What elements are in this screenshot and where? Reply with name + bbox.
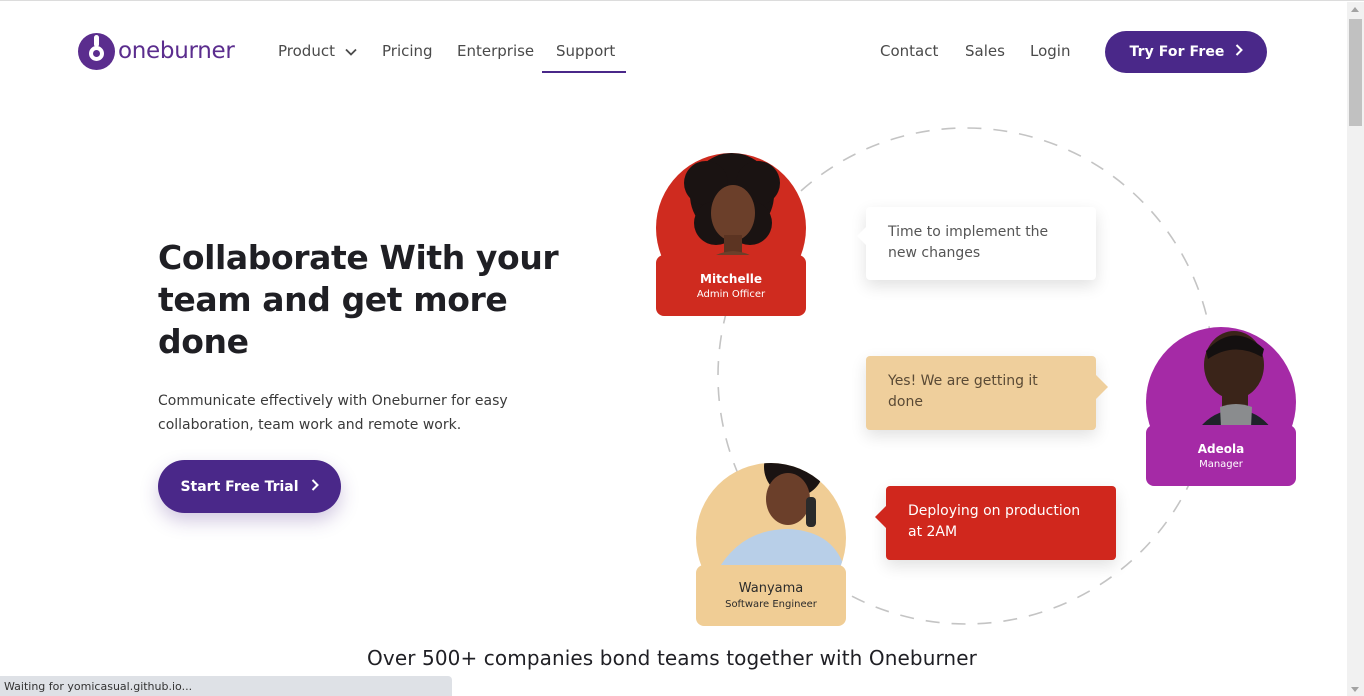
nav-support[interactable]: Support xyxy=(556,41,615,61)
chevron-right-icon xyxy=(311,478,319,495)
hero-subtitle: Communicate effectively with Oneburner f… xyxy=(158,393,508,433)
person-role: Admin Officer xyxy=(696,288,766,300)
message-text: Time to implement the new changes xyxy=(888,224,1049,261)
page: oneburner Product Pricing Enterprise Sup… xyxy=(0,0,1364,696)
browser-status-bar: Waiting for yomicasual.github.io... xyxy=(0,676,452,696)
message-bubble: Deploying on production at 2AM xyxy=(875,486,1116,560)
scroll-thumb[interactable] xyxy=(1349,19,1362,126)
chevron-right-icon xyxy=(1235,44,1243,60)
active-nav-underline xyxy=(542,71,626,73)
nav-sales[interactable]: Sales xyxy=(965,41,1005,61)
chevron-down-icon xyxy=(345,42,357,60)
name-plate: Adeola Manager xyxy=(1146,425,1296,486)
scroll-down-arrow-icon[interactable] xyxy=(1351,687,1359,692)
message-text: Yes! We are getting it done xyxy=(888,373,1038,410)
try-for-free-label: Try For Free xyxy=(1129,44,1225,60)
message-bubble: Time to implement the new changes xyxy=(857,207,1096,280)
person-name: Mitchelle xyxy=(700,271,762,286)
person-name: Wanyama xyxy=(738,581,804,596)
name-plate: Mitchelle Admin Officer xyxy=(656,255,806,316)
message-bubble: Yes! We are getting it done xyxy=(866,356,1108,430)
start-free-trial-label: Start Free Trial xyxy=(180,478,299,495)
nav-contact[interactable]: Contact xyxy=(880,41,938,61)
person-name: Adeola xyxy=(1197,441,1245,456)
nav-login[interactable]: Login xyxy=(1030,41,1070,61)
scroll-up-arrow-icon[interactable] xyxy=(1351,7,1359,12)
nav-pricing[interactable]: Pricing xyxy=(382,41,433,61)
nav-product-label: Product xyxy=(278,42,335,60)
power-logo-icon xyxy=(78,32,115,70)
nav-enterprise[interactable]: Enterprise xyxy=(457,41,534,61)
hero-title: Collaborate With your team and get more … xyxy=(158,238,559,361)
message-text: Deploying on production at 2AM xyxy=(908,503,1081,540)
person-role: Software Engineer xyxy=(725,599,817,610)
nav-product[interactable]: Product xyxy=(278,41,357,61)
vertical-scrollbar[interactable] xyxy=(1347,2,1364,696)
companies-heading: Over 500+ companies bond teams together … xyxy=(367,646,977,670)
logo[interactable]: oneburner xyxy=(78,32,235,70)
person-role: Manager xyxy=(1199,458,1243,470)
logo-text: oneburner xyxy=(118,38,235,64)
start-free-trial-button[interactable]: Start Free Trial xyxy=(158,460,341,513)
try-for-free-button[interactable]: Try For Free xyxy=(1105,31,1267,73)
name-plate: Wanyama Software Engineer xyxy=(696,565,846,626)
